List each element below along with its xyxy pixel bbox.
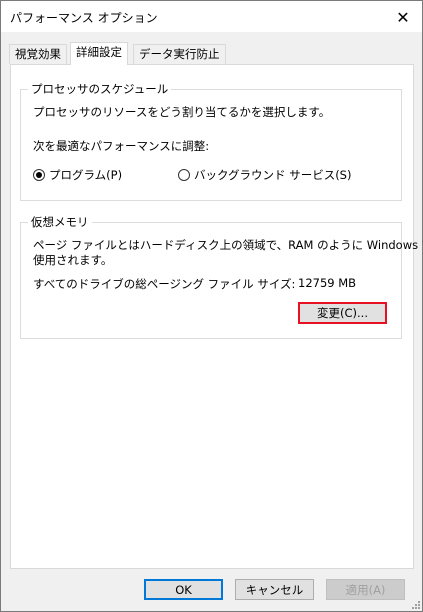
title-bar: パフォーマンス オプション ✕: [1, 1, 422, 32]
apply-button: 適用(A): [326, 579, 405, 600]
paging-file-size-label: すべてのドライブの総ページング ファイル サイズ:: [33, 277, 296, 291]
dialog-body: 視覚効果 詳細設定 データ実行防止 プロセッサのスケジュール プロセッサのリソー…: [1, 32, 423, 611]
tab-visual-effects[interactable]: 視覚効果: [9, 44, 67, 64]
performance-options-dialog: パフォーマンス オプション ✕ 視覚効果 詳細設定 データ実行防止 プロセッサの…: [0, 0, 423, 612]
close-icon[interactable]: ✕: [392, 6, 414, 28]
paging-file-size-value: 12759 MB: [298, 276, 357, 290]
processor-description: プロセッサのリソースをどう割り当てるかを選択します。: [33, 105, 331, 119]
cancel-button[interactable]: キャンセル: [235, 579, 314, 600]
radio-background-services[interactable]: バックグラウンド サービス(S): [178, 167, 351, 183]
resize-grip-icon[interactable]: [410, 599, 420, 609]
radio-programs-label: プログラム(P): [49, 168, 123, 182]
virtual-memory-group-title: 仮想メモリ: [28, 215, 92, 229]
virtual-memory-description-line2: 使用されます。: [33, 253, 113, 267]
virtual-memory-group: 仮想メモリ ページ ファイルとはハードディスク上の領域で、RAM のように Wi…: [20, 215, 423, 339]
change-button[interactable]: 変更(C)...: [298, 302, 387, 324]
ok-button[interactable]: OK: [144, 579, 223, 600]
processor-scheduling-group: プロセッサのスケジュール プロセッサのリソースをどう割り当てるかを選択します。 …: [20, 82, 402, 201]
virtual-memory-description-line1: ページ ファイルとはハードディスク上の領域で、RAM のように Windows …: [33, 238, 423, 252]
radio-background-services-label: バックグラウンド サービス(S): [194, 168, 352, 182]
radio-programs[interactable]: プログラム(P): [33, 167, 122, 183]
tab-advanced[interactable]: 詳細設定: [70, 42, 128, 65]
tab-data-execution-prevention[interactable]: データ実行防止: [133, 44, 226, 64]
processor-group-title: プロセッサのスケジュール: [28, 82, 172, 96]
advanced-tab-panel: プロセッサのスケジュール プロセッサのリソースをどう割り当てるかを選択します。 …: [10, 64, 423, 569]
radio-programs-indicator: [33, 169, 45, 181]
adjust-for-label: 次を最適なパフォーマンスに調整:: [33, 139, 210, 153]
window-title: パフォーマンス オプション: [10, 11, 158, 25]
radio-background-services-indicator: [178, 169, 190, 181]
